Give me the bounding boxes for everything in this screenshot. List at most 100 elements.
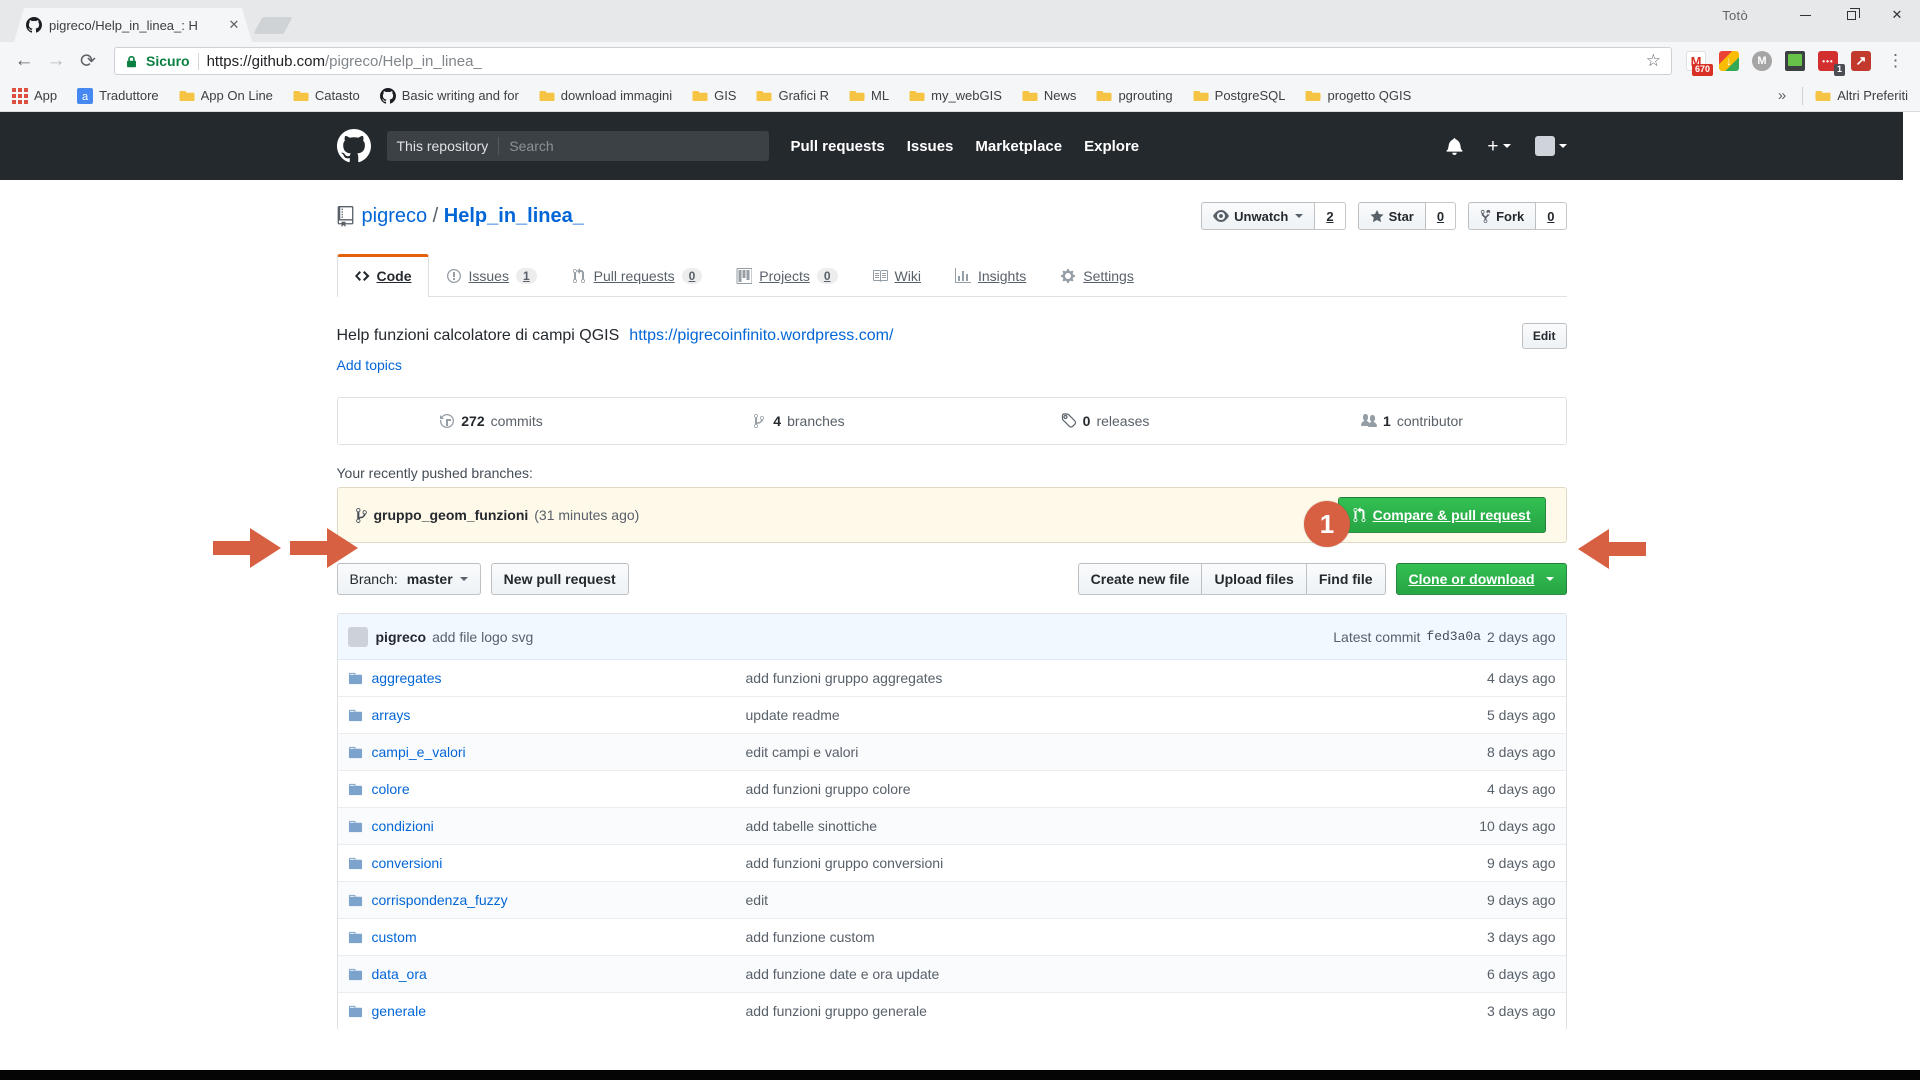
bookmark-item[interactable]: Catasto	[293, 88, 360, 104]
clone-or-download-button[interactable]: Clone or download	[1396, 563, 1567, 595]
bookmark-item[interactable]: News	[1022, 88, 1077, 104]
bookmark-item[interactable]: Grafici R	[756, 88, 829, 104]
bookmark-item[interactable]: ML	[849, 88, 889, 104]
extension-button[interactable]: 670	[1684, 49, 1708, 73]
branch-selector-button[interactable]: Branch: master	[337, 563, 481, 595]
file-commit-message-link[interactable]: add funzioni gruppo generale	[746, 1003, 927, 1019]
file-name-link[interactable]: data_ora	[372, 966, 427, 982]
extension-button[interactable]	[1717, 49, 1741, 73]
github-nav-link[interactable]: Pull requests	[791, 138, 885, 155]
repo-tab[interactable]: Projects 0	[719, 254, 854, 297]
forward-button[interactable]: →	[42, 47, 70, 75]
commit-author-link[interactable]: pigreco	[376, 629, 427, 645]
edit-button[interactable]: Edit	[1522, 323, 1567, 349]
upload-files-button[interactable]: Upload files	[1201, 563, 1305, 595]
create-new-dropdown[interactable]: +	[1487, 137, 1510, 156]
repo-stat[interactable]: 1 contributor	[1259, 398, 1566, 444]
bookmark-item[interactable]: Basic writing and for	[380, 88, 519, 104]
repo-stat[interactable]: 4 branches	[645, 398, 952, 444]
file-name-link[interactable]: aggregates	[372, 670, 442, 686]
notifications-bell-icon[interactable]	[1446, 137, 1463, 155]
bookmark-item[interactable]: GIS	[692, 88, 736, 104]
file-commit-message-link[interactable]: update readme	[746, 707, 840, 723]
user-avatar-dropdown[interactable]	[1535, 136, 1567, 156]
chrome-profile-name[interactable]: Totò	[1722, 8, 1748, 23]
minimize-button[interactable]	[1782, 0, 1828, 30]
file-commit-message-link[interactable]: edit	[746, 892, 769, 908]
bookmark-star-icon[interactable]: ☆	[1646, 51, 1661, 71]
bookmarks-overflow-chevron[interactable]: »	[1774, 87, 1790, 104]
browser-tab[interactable]: pigreco/Help_in_linea_: H ✕	[14, 8, 252, 42]
repo-tab[interactable]: Issues 1	[429, 254, 554, 297]
watch-count[interactable]: 2	[1315, 202, 1345, 230]
file-name-link[interactable]: conversioni	[372, 855, 443, 871]
file-commit-message-link[interactable]: edit campi e valori	[746, 744, 859, 760]
extension-button[interactable]	[1783, 49, 1807, 73]
commit-author-avatar[interactable]	[348, 627, 368, 647]
bookmark-item[interactable]: PostgreSQL	[1193, 88, 1286, 104]
file-name-link[interactable]: corrispondenza_fuzzy	[372, 892, 508, 908]
star-button[interactable]: Star	[1358, 202, 1426, 230]
github-nav-link[interactable]: Explore	[1084, 138, 1139, 155]
bookmark-item[interactable]: App On Line	[179, 88, 273, 104]
file-commit-message-link[interactable]: add funzione custom	[746, 929, 875, 945]
find-file-button[interactable]: Find file	[1306, 563, 1386, 595]
file-commit-message-link[interactable]: add funzioni gruppo colore	[746, 781, 911, 797]
file-name-link[interactable]: condizioni	[372, 818, 434, 834]
chrome-menu-icon[interactable]: ⋮	[1881, 51, 1910, 71]
file-commit-message-link[interactable]: add tabelle sinottiche	[746, 818, 878, 834]
github-nav-link[interactable]: Issues	[907, 138, 954, 155]
address-bar[interactable]: Sicuro https://github.com/pigreco/Help_i…	[114, 47, 1672, 75]
restore-button[interactable]	[1828, 0, 1874, 30]
bookmark-item[interactable]: download immagini	[539, 88, 672, 104]
new-pull-request-button[interactable]: New pull request	[491, 563, 629, 595]
recent-branch-link[interactable]: gruppo_geom_funzioni	[374, 507, 529, 523]
bookmark-item[interactable]: progetto QGIS	[1305, 88, 1411, 104]
repo-website-link[interactable]: https://pigrecoinfinito.wordpress.com/	[629, 327, 893, 345]
back-button[interactable]: ←	[10, 47, 38, 75]
repo-tab[interactable]: Code	[337, 254, 429, 297]
file-commit-message-link[interactable]: add funzioni gruppo aggregates	[746, 670, 943, 686]
bookmark-item[interactable]: App	[12, 88, 57, 104]
create-new-file-button[interactable]: Create new file	[1078, 563, 1202, 595]
security-label[interactable]: Sicuro	[146, 53, 190, 69]
file-name-link[interactable]: custom	[372, 929, 417, 945]
github-nav-link[interactable]: Marketplace	[975, 138, 1062, 155]
repo-tab[interactable]: Settings	[1043, 254, 1151, 297]
repo-stat[interactable]: 272 commits	[338, 398, 645, 444]
repo-name-link[interactable]: Help_in_linea_	[444, 205, 584, 227]
add-topics-link[interactable]: Add topics	[337, 357, 402, 373]
url-text[interactable]: https://github.com/pigreco/Help_in_linea…	[207, 53, 1638, 70]
repo-owner-link[interactable]: pigreco	[362, 205, 428, 227]
other-bookmarks-folder[interactable]: Altri Preferiti	[1815, 88, 1908, 104]
commit-message-link[interactable]: add file logo svg	[432, 629, 533, 645]
bookmark-item[interactable]: Traduttore	[77, 88, 159, 104]
file-commit-message-link[interactable]: add funzioni gruppo conversioni	[746, 855, 944, 871]
commit-sha-link[interactable]: fed3a0a	[1426, 629, 1481, 644]
extension-button[interactable]	[1750, 49, 1774, 73]
repo-tab[interactable]: Pull requests 0	[554, 254, 720, 297]
compare-pull-request-button[interactable]: Compare & pull request	[1338, 497, 1546, 533]
file-commit-message-link[interactable]: add funzione date e ora update	[746, 966, 940, 982]
extension-button[interactable]	[1849, 49, 1873, 73]
unwatch-button[interactable]: Unwatch	[1201, 202, 1315, 230]
file-name-link[interactable]: campi_e_valori	[372, 744, 466, 760]
file-name-link[interactable]: generale	[372, 1003, 427, 1019]
tab-close-icon[interactable]: ✕	[226, 17, 242, 33]
file-name-link[interactable]: arrays	[372, 707, 411, 723]
bookmark-item[interactable]: my_webGIS	[909, 88, 1002, 104]
repo-stat[interactable]: 0 releases	[952, 398, 1259, 444]
repo-tab[interactable]: Insights	[938, 254, 1043, 297]
reload-button[interactable]: ⟳	[74, 47, 102, 75]
fork-button[interactable]: Fork	[1468, 202, 1536, 230]
star-count[interactable]: 0	[1426, 202, 1456, 230]
close-window-button[interactable]: ✕	[1874, 0, 1920, 30]
github-search-input[interactable]: This repository Search	[387, 131, 769, 161]
github-logo-icon[interactable]	[337, 129, 371, 163]
new-tab-button[interactable]	[253, 17, 292, 34]
repo-tab[interactable]: Wiki	[855, 254, 938, 297]
fork-count[interactable]: 0	[1536, 202, 1566, 230]
bookmark-item[interactable]: pgrouting	[1096, 88, 1172, 104]
extension-button[interactable]: 1	[1816, 49, 1840, 73]
file-name-link[interactable]: colore	[372, 781, 410, 797]
